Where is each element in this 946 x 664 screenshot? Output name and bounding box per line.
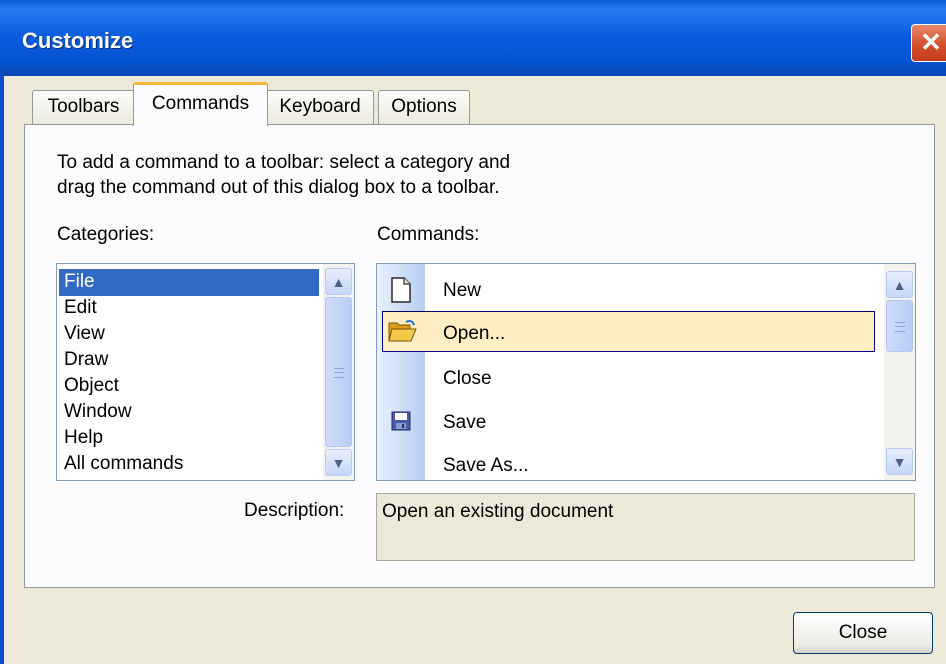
- tab-keyboard[interactable]: Keyboard: [266, 90, 374, 124]
- categories-scrollbar[interactable]: ▲ ▼: [323, 264, 354, 480]
- chevron-up-icon: ▲: [892, 277, 907, 293]
- commands-label: Commands:: [377, 224, 480, 245]
- customize-dialog: Customize ✕ Toolbars Commands Keyboard O…: [0, 0, 946, 664]
- window-close-button[interactable]: ✕: [911, 24, 946, 62]
- category-item-file[interactable]: File: [64, 269, 95, 295]
- description-label: Description:: [244, 500, 345, 521]
- scroll-down-button[interactable]: ▼: [325, 449, 352, 476]
- categories-listbox[interactable]: File Edit View Draw Object Window Help A…: [56, 263, 355, 481]
- selection-highlight: [59, 269, 319, 296]
- category-item-draw[interactable]: Draw: [64, 347, 108, 373]
- category-item-view[interactable]: View: [64, 321, 105, 347]
- description-box: Open an existing document: [376, 493, 915, 561]
- scroll-thumb[interactable]: [886, 300, 913, 352]
- grip-icon: [334, 368, 344, 378]
- scroll-down-button[interactable]: ▼: [886, 448, 913, 475]
- category-item-object[interactable]: Object: [64, 373, 119, 399]
- scroll-thumb[interactable]: [325, 297, 352, 447]
- window-title: Customize: [22, 28, 134, 53]
- description-text: Open an existing document: [382, 501, 614, 522]
- chevron-up-icon: ▲: [331, 274, 346, 290]
- close-button[interactable]: Close: [793, 612, 933, 654]
- category-item-help[interactable]: Help: [64, 425, 103, 451]
- commands-listbox[interactable]: New Open... Close Save Save As... ▲ ▼: [376, 263, 916, 481]
- tab-commands[interactable]: Commands: [133, 82, 268, 126]
- window-border: [0, 76, 4, 664]
- command-item-close[interactable]: Close: [443, 368, 492, 390]
- close-icon: ✕: [920, 27, 942, 57]
- category-item-edit[interactable]: Edit: [64, 295, 97, 321]
- category-item-window[interactable]: Window: [64, 399, 132, 425]
- tab-options[interactable]: Options: [378, 90, 470, 124]
- chevron-down-icon: ▼: [892, 454, 907, 470]
- category-item-all-commands[interactable]: All commands: [64, 451, 183, 477]
- save-disk-icon: [391, 411, 411, 431]
- new-document-icon: [391, 277, 411, 303]
- command-item-new[interactable]: New: [443, 280, 481, 302]
- grip-icon: [895, 322, 905, 332]
- scroll-up-button[interactable]: ▲: [325, 268, 352, 295]
- scroll-up-button[interactable]: ▲: [886, 271, 913, 298]
- open-folder-icon: [388, 320, 417, 342]
- chevron-down-icon: ▼: [331, 455, 346, 471]
- tab-toolbars[interactable]: Toolbars: [32, 90, 135, 124]
- categories-label: Categories:: [57, 224, 155, 245]
- commands-scrollbar[interactable]: ▲ ▼: [884, 264, 915, 480]
- instructions-text: To add a command to a toolbar: select a …: [57, 152, 511, 198]
- command-item-save-as[interactable]: Save As...: [443, 455, 529, 477]
- command-item-open[interactable]: Open...: [443, 323, 505, 345]
- command-item-save[interactable]: Save: [443, 412, 486, 434]
- title-bar[interactable]: Customize ✕: [0, 0, 946, 76]
